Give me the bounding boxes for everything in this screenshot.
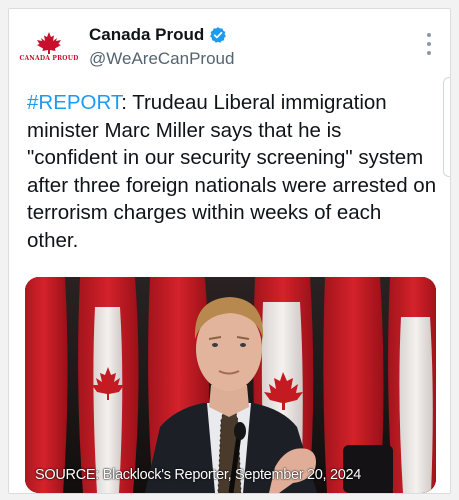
hashtag-link[interactable]: #REPORT (27, 91, 121, 114)
more-vertical-icon[interactable] (426, 33, 432, 55)
tweet-header: CANADA PROUD Canada Proud @WeAreCanProud (9, 9, 450, 85)
scroll-edge (443, 77, 450, 177)
tweet-photo[interactable]: SOURCE: Blacklock's Reporter, September … (25, 277, 436, 493)
press-conference-photo (25, 277, 436, 493)
tweet-card[interactable]: CANADA PROUD Canada Proud @WeAreCanProud… (8, 8, 451, 494)
author-name-row: Canada Proud (89, 25, 227, 45)
verified-badge-icon[interactable] (209, 26, 227, 44)
avatar-text: CANADA PROUD (19, 55, 79, 62)
maple-leaf-icon (37, 32, 61, 54)
author-handle[interactable]: @WeAreCanProud (89, 49, 234, 69)
tweet-body-text: : Trudeau Liberal immigration minister M… (27, 91, 437, 252)
tweet-text: #REPORT: Trudeau Liberal immigration min… (27, 89, 437, 254)
avatar[interactable]: CANADA PROUD (19, 25, 78, 69)
media-caption: SOURCE: Blacklock's Reporter, September … (35, 467, 362, 483)
author-display-name[interactable]: Canada Proud (89, 25, 204, 45)
